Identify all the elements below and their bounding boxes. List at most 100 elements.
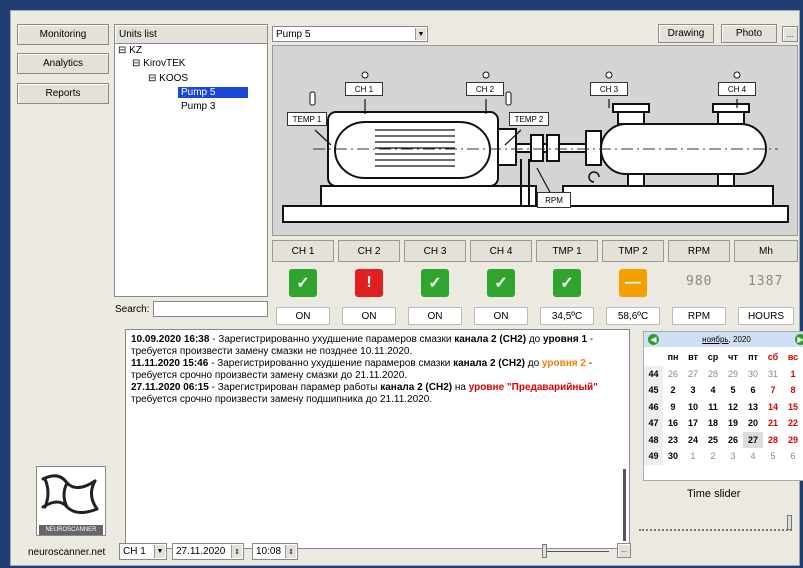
time-stepper-icon[interactable]: ⇕: [285, 545, 296, 558]
calendar-day[interactable]: 8: [783, 382, 803, 399]
site-link[interactable]: neuroscanner.net: [28, 547, 105, 558]
pump-diagram: CH 1 CH 2 CH 3 CH 4 TEMP 1 TEMP 2 RPM: [272, 45, 798, 236]
tree-node-kz[interactable]: ⊟ KZ: [118, 45, 142, 56]
ch1-value: ON: [276, 307, 330, 325]
calendar-day[interactable]: 27: [683, 366, 703, 383]
channel-header-tmp2[interactable]: TMP 2: [602, 240, 664, 262]
monitoring-button[interactable]: Monitoring: [17, 24, 109, 45]
calendar-day[interactable]: 16: [663, 415, 683, 432]
drawing-button[interactable]: Drawing: [658, 24, 714, 43]
calendar-day[interactable]: 11: [703, 399, 723, 416]
calendar-day[interactable]: 29: [783, 432, 803, 449]
week-number: 45: [644, 382, 663, 399]
time-field[interactable]: 10:08 ⇕: [252, 543, 298, 560]
calendar-day[interactable]: 21: [763, 415, 783, 432]
footer-more-label: ...: [621, 547, 627, 554]
calendar-day[interactable]: 28: [763, 432, 783, 449]
calendar-day[interactable]: 25: [703, 432, 723, 449]
chevron-down-icon[interactable]: ▼: [415, 28, 426, 40]
channel-header-ch1[interactable]: CH 1: [272, 240, 334, 262]
time-slider-track[interactable]: [639, 519, 792, 531]
calendar-day[interactable]: 26: [663, 366, 683, 383]
prev-month-icon[interactable]: ◀: [648, 334, 659, 345]
log-scrollbar[interactable]: [623, 469, 626, 541]
calendar-day[interactable]: 12: [723, 399, 743, 416]
calendar-day[interactable]: 6: [783, 448, 803, 465]
calendar-day[interactable]: 19: [723, 415, 743, 432]
log-text: - Зарегистрированно ухудшение парамеров …: [209, 334, 455, 345]
calendar-day[interactable]: 17: [683, 415, 703, 432]
more-button[interactable]: ...: [782, 26, 798, 42]
channel-select[interactable]: CH 1 ▼: [119, 543, 167, 560]
calendar-day[interactable]: 29: [723, 366, 743, 383]
next-month-icon[interactable]: ▶: [795, 334, 803, 345]
chevron-down-icon[interactable]: ▼: [154, 545, 165, 558]
ch3-status-check-icon: ✓: [421, 269, 449, 297]
log-level: уровня 2: [541, 358, 586, 369]
calendar-day[interactable]: 15: [783, 399, 803, 416]
calendar-day[interactable]: 5: [763, 448, 783, 465]
calendar-day[interactable]: 30: [663, 448, 683, 465]
calendar-day[interactable]: 28: [703, 366, 723, 383]
calendar-day[interactable]: 3: [683, 382, 703, 399]
calendar-day[interactable]: 18: [703, 415, 723, 432]
log-channel: канала 2 (CH2): [454, 334, 527, 345]
calendar-day[interactable]: 7: [763, 382, 783, 399]
calendar-day[interactable]: 2: [703, 448, 723, 465]
calendar-day[interactable]: 30: [743, 366, 763, 383]
date-field[interactable]: 27.11.2020 ⇕: [172, 543, 244, 560]
calendar-day[interactable]: 24: [683, 432, 703, 449]
event-log[interactable]: 10.09.2020 16:38 - Зарегистрированно уху…: [125, 329, 630, 549]
calendar-day-selected[interactable]: 27: [743, 431, 763, 448]
calendar-day[interactable]: 13: [743, 399, 763, 416]
calendar-day[interactable]: 4: [703, 382, 723, 399]
channel-header-mh[interactable]: Mh: [734, 240, 798, 262]
calendar-day[interactable]: 14: [763, 399, 783, 416]
calendar-day[interactable]: 31: [763, 366, 783, 383]
ch4-value: ON: [474, 307, 528, 325]
channel-select-value: CH 1: [123, 546, 146, 557]
date-stepper-icon[interactable]: ⇕: [231, 545, 242, 558]
search-label: Search:: [115, 304, 150, 315]
tree-node-kirovtek[interactable]: ⊟ KirovTEK: [132, 58, 185, 69]
calendar-day[interactable]: 22: [783, 415, 803, 432]
bottom-slider-handle[interactable]: [542, 544, 547, 558]
weekday-label: ср: [707, 352, 719, 363]
unit-select[interactable]: Pump 5 ▼: [272, 26, 428, 42]
channel-header-tmp1[interactable]: TMP 1: [536, 240, 598, 262]
channel-header-rpm[interactable]: RPM: [668, 240, 730, 262]
calendar-day[interactable]: 4: [743, 448, 763, 465]
calendar-day[interactable]: 9: [663, 399, 683, 416]
tree-label: Pump 5: [181, 87, 216, 98]
search-input[interactable]: [153, 301, 268, 317]
calendar-day[interactable]: 20: [743, 415, 763, 432]
channel-header-ch4[interactable]: CH 4: [470, 240, 532, 262]
analytics-button[interactable]: Analytics: [17, 53, 109, 74]
calendar-day[interactable]: 5: [723, 382, 743, 399]
logo-mark-icon: [41, 474, 99, 514]
tree-node-koos[interactable]: ⊟ KOOS: [148, 73, 188, 84]
channel-header-ch3[interactable]: CH 3: [404, 240, 466, 262]
week-number: 44: [644, 365, 663, 382]
calendar-month[interactable]: ноябрь: [702, 335, 728, 344]
calendar-year[interactable]: 2020: [733, 335, 751, 344]
channel-header-ch2[interactable]: CH 2: [338, 240, 400, 262]
time-slider-handle[interactable]: [787, 515, 792, 530]
analytics-label: Analytics: [42, 58, 83, 69]
more-label: ...: [786, 29, 794, 39]
tree-node-pump-5[interactable]: Pump 5: [178, 87, 248, 98]
calendar-day[interactable]: 23: [663, 432, 683, 449]
reports-button[interactable]: Reports: [17, 83, 109, 104]
bottom-slider-track[interactable]: [543, 551, 609, 552]
calendar-day[interactable]: 1: [683, 448, 703, 465]
calendar-day[interactable]: 2: [663, 382, 683, 399]
calendar-day[interactable]: 6: [743, 382, 763, 399]
tree-node-pump-3[interactable]: Pump 3: [181, 101, 215, 112]
calendar-day[interactable]: 26: [723, 432, 743, 449]
calendar-day[interactable]: 1: [783, 366, 803, 383]
photo-button[interactable]: Photo: [721, 24, 777, 43]
footer-more-button[interactable]: ...: [617, 543, 631, 558]
units-tree[interactable]: ⊟ KZ ⊟ KirovTEK ⊟ KOOS Pump 5 Pump 3: [114, 43, 268, 297]
calendar-day[interactable]: 10: [683, 399, 703, 416]
calendar-day[interactable]: 3: [723, 448, 743, 465]
